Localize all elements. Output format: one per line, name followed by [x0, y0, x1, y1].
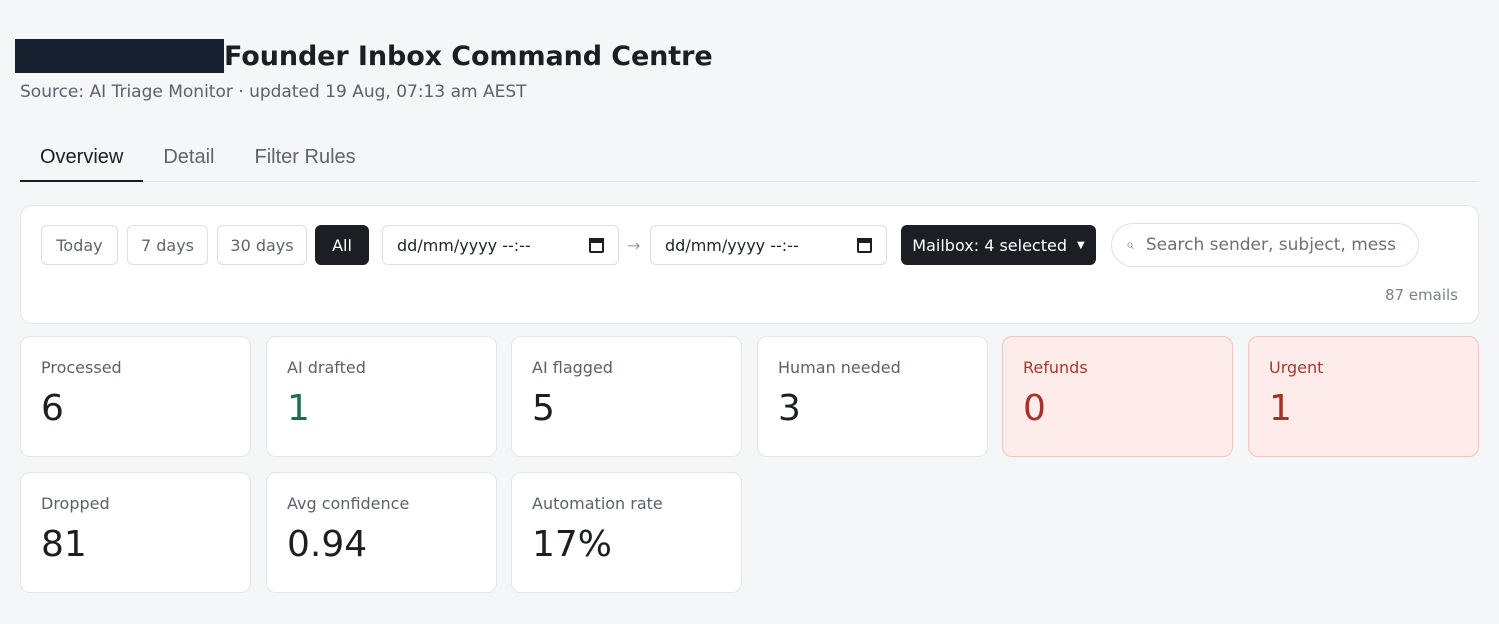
- metric-label: Processed: [41, 358, 122, 377]
- metric-card-urgent: Urgent 1: [1248, 336, 1479, 457]
- caret-down-icon: ▼: [1077, 239, 1085, 251]
- filter-panel: Today 7 days 30 days All dd/mm/yyyy --:-…: [20, 205, 1479, 324]
- metric-card-automation-rate: Automation rate 17%: [511, 472, 742, 593]
- metric-card-avg-confidence: Avg confidence 0.94: [266, 472, 497, 593]
- metric-value: 3: [778, 388, 801, 429]
- redacted-block: [15, 39, 224, 73]
- mailbox-label: Mailbox: 4 selected: [912, 235, 1067, 255]
- metric-value: 1: [287, 388, 310, 429]
- metric-value: 0: [1023, 388, 1046, 429]
- mailbox-dropdown[interactable]: Mailbox: 4 selected ▼: [901, 225, 1096, 265]
- metric-value: 1: [1269, 388, 1292, 429]
- metric-label: AI drafted: [287, 358, 366, 377]
- metric-card-refunds: Refunds 0: [1002, 336, 1233, 457]
- tab-overview[interactable]: Overview: [20, 132, 144, 182]
- metric-card-dropped: Dropped 81: [20, 472, 251, 593]
- metric-value: 17%: [532, 524, 613, 565]
- tab-filter-rules[interactable]: Filter Rules: [235, 132, 376, 182]
- title-row: Founder Inbox Command Centre: [15, 38, 713, 74]
- metric-card-ai-flagged: AI flagged 5: [511, 336, 742, 457]
- metric-value: 81: [41, 524, 87, 565]
- metric-value: 0.94: [287, 524, 368, 565]
- tab-detail[interactable]: Detail: [143, 132, 234, 182]
- date-from-input[interactable]: dd/mm/yyyy --:--: [382, 225, 619, 265]
- range-all-button[interactable]: All: [315, 225, 369, 265]
- metric-label: Dropped: [41, 494, 110, 513]
- date-range-arrow: →: [627, 236, 641, 255]
- metric-card-human-needed: Human needed 3: [757, 336, 988, 457]
- metric-label: AI flagged: [532, 358, 613, 377]
- metric-value: 5: [532, 388, 555, 429]
- range-today-button[interactable]: Today: [41, 225, 118, 265]
- metric-label: Urgent: [1269, 358, 1324, 377]
- search-box[interactable]: ⌕: [1111, 223, 1419, 267]
- date-to-input[interactable]: dd/mm/yyyy --:--: [650, 225, 887, 265]
- metric-card-ai-drafted: AI drafted 1: [266, 336, 497, 457]
- date-from-text: dd/mm/yyyy --:--: [397, 235, 531, 255]
- search-input[interactable]: [1145, 235, 1396, 255]
- email-count: 87 emails: [1384, 286, 1458, 304]
- metric-label: Refunds: [1023, 358, 1088, 377]
- metric-label: Avg confidence: [287, 494, 410, 513]
- metric-value: 6: [41, 388, 64, 429]
- range-30-days-button[interactable]: 30 days: [217, 225, 307, 265]
- metric-card-processed: Processed 6: [20, 336, 251, 457]
- calendar-icon[interactable]: [857, 237, 872, 253]
- search-icon: ⌕: [1126, 237, 1134, 253]
- calendar-icon[interactable]: [589, 237, 604, 253]
- page-title: Founder Inbox Command Centre: [224, 40, 713, 72]
- date-to-text: dd/mm/yyyy --:--: [665, 235, 799, 255]
- metric-label: Human needed: [778, 358, 901, 377]
- tab-bar: Overview Detail Filter Rules: [20, 132, 1479, 182]
- page-subtitle: Source: AI Triage Monitor · updated 19 A…: [20, 82, 527, 102]
- metric-label: Automation rate: [532, 494, 663, 513]
- range-7-days-button[interactable]: 7 days: [127, 225, 208, 265]
